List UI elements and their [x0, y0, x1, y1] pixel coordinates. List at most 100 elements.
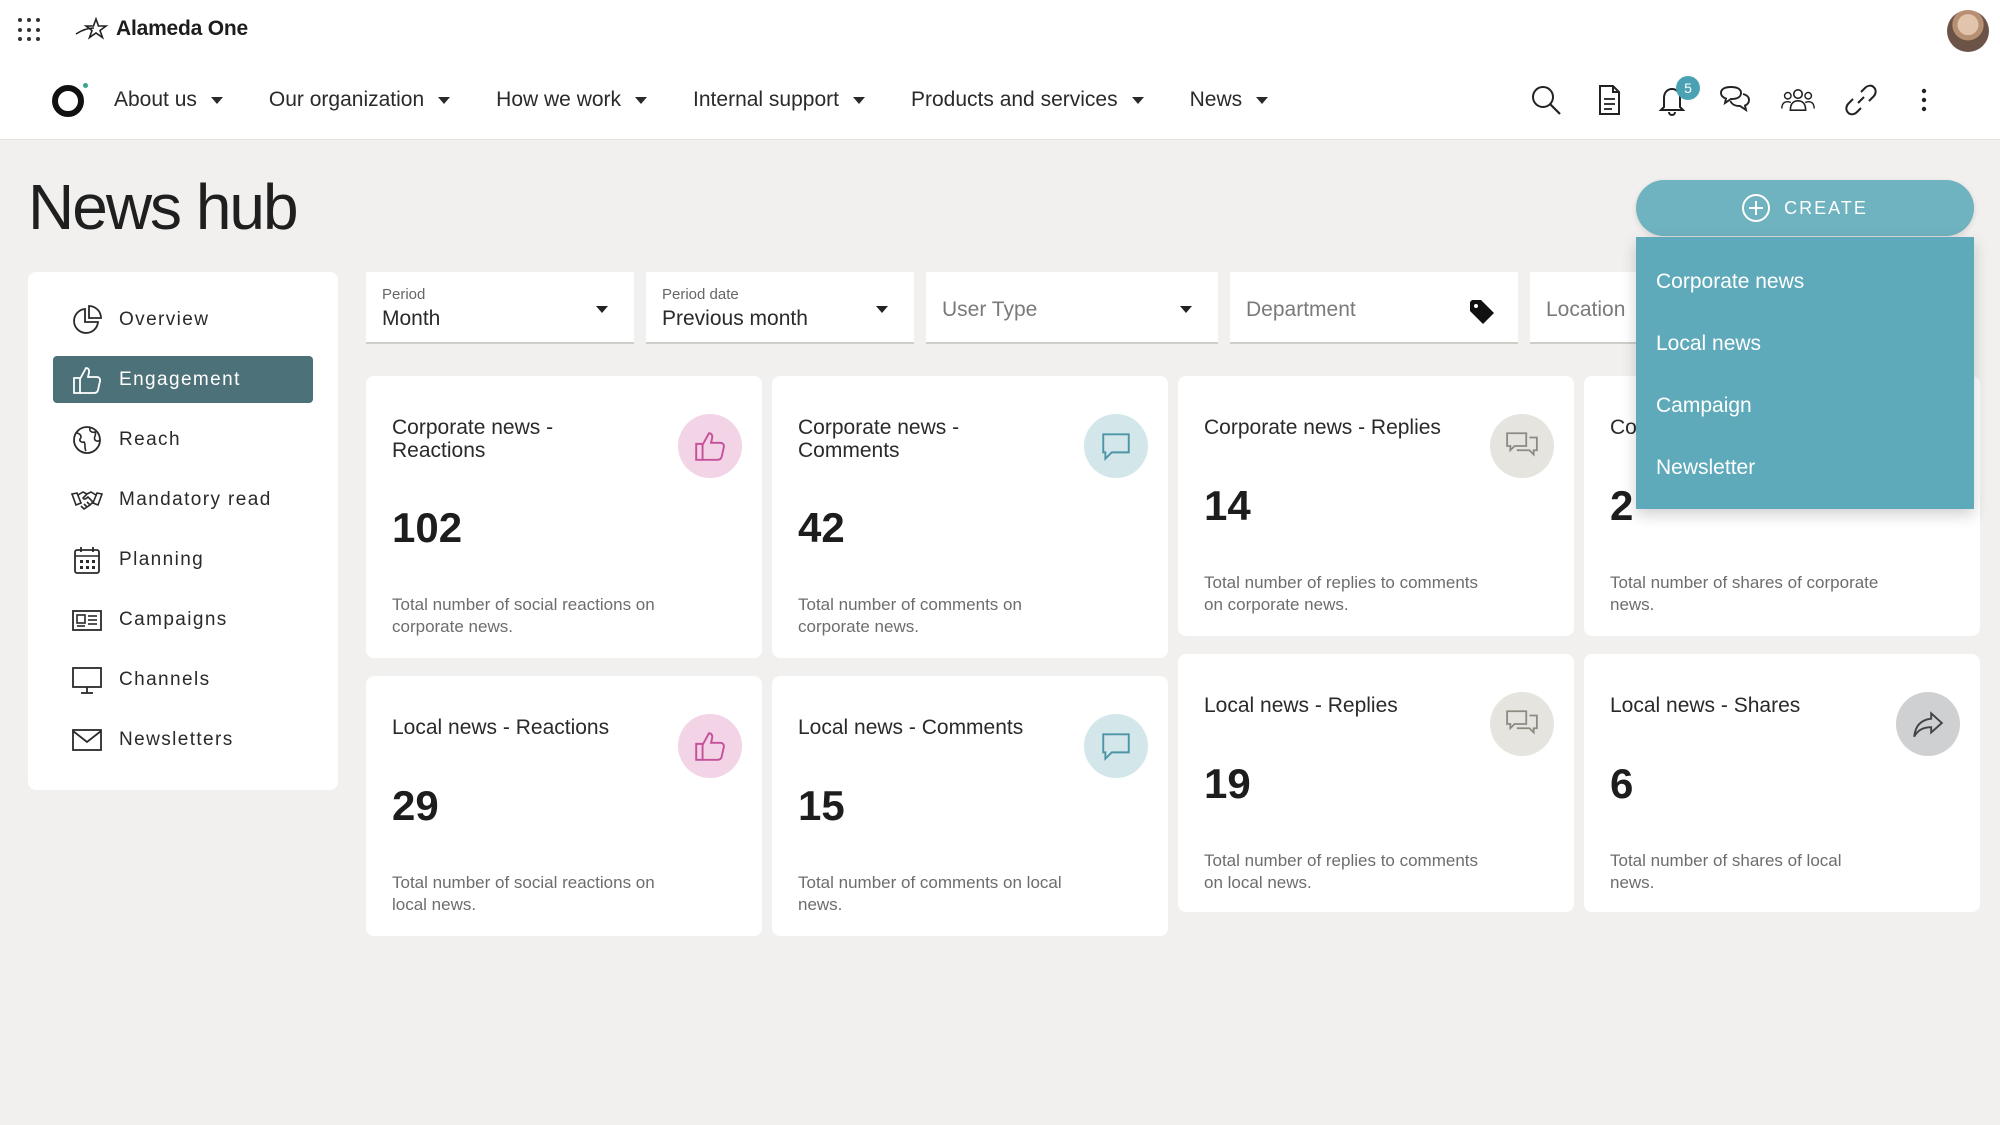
card-value: 102 [392, 504, 463, 551]
envelope-icon [69, 722, 105, 758]
sidebar: Overview Engagement Reach Mandatory read… [28, 272, 338, 790]
card-description: Total number of replies to comments on l… [1204, 851, 1479, 892]
main-navigation: About us Our organization How we work In… [0, 60, 2000, 140]
card-value: 6 [1610, 760, 1634, 807]
sidebar-item-overview[interactable]: Overview [53, 296, 313, 343]
share-icon [1896, 692, 1960, 756]
location-select[interactable]: Location [1530, 272, 1640, 344]
chevron-down-icon [1180, 306, 1192, 313]
metric-card-local-replies: Local news - Replies 19 Total number of … [1178, 654, 1574, 912]
sidebar-item-label: Planning [119, 548, 205, 570]
menu-item-corporate-news[interactable]: Corporate news [1636, 251, 1974, 313]
card-value: 29 [392, 782, 439, 829]
sidebar-item-mandatory-read[interactable]: Mandatory read [53, 476, 313, 523]
user-avatar[interactable] [1947, 10, 1989, 52]
plus-circle-icon [1742, 194, 1771, 222]
chevron-down-icon [438, 96, 451, 104]
nav-item-label: Internal support [693, 88, 839, 111]
card-description: Total number of social reactions on corp… [392, 595, 655, 636]
sidebar-item-newsletters[interactable]: Newsletters [53, 716, 313, 763]
create-button-label: CREATE [1784, 197, 1868, 218]
menu-item-newsletter[interactable]: Newsletter [1636, 437, 1974, 499]
sidebar-item-engagement[interactable]: Engagement [53, 356, 313, 403]
bell-icon[interactable]: 5 [1652, 76, 1700, 120]
sidebar-item-campaigns[interactable]: Campaigns [53, 596, 313, 643]
period-select[interactable]: Period Month [366, 272, 634, 344]
link-icon[interactable] [1841, 80, 1881, 120]
nav-item-news[interactable]: News [1190, 88, 1269, 112]
thumbs-up-icon [678, 414, 742, 478]
period-date-value: Previous month [662, 307, 808, 330]
card-description: Total number of shares of local news. [1610, 851, 1842, 892]
brand-bar: Alameda One [0, 0, 2000, 60]
card-description: Total number of social reactions on loca… [392, 873, 655, 914]
create-button[interactable]: CREATE [1636, 180, 1974, 236]
card-title: Corporate news - Comments [798, 416, 960, 462]
chevron-down-icon [876, 306, 888, 313]
tag-icon [1470, 300, 1494, 324]
nav-item-our-organization[interactable]: Our organization [268, 88, 451, 112]
brand-name: Alameda One [116, 17, 249, 40]
card-title: Corporate news - Reactions [392, 416, 554, 462]
user-type-placeholder: User Type [942, 298, 1038, 321]
nav-item-how-we-work[interactable]: How we work [496, 88, 648, 112]
monitor-icon [69, 662, 105, 698]
period-value: Month [382, 307, 441, 330]
metric-card-corporate-replies: Corporate news - Replies 14 Total number… [1178, 376, 1574, 636]
replies-icon [1490, 414, 1554, 478]
sidebar-item-channels[interactable]: Channels [53, 656, 313, 703]
nav-item-label: News [1189, 88, 1243, 111]
home-logo-icon[interactable] [52, 83, 88, 117]
period-date-select[interactable]: Period date Previous month [646, 272, 914, 344]
chevron-down-icon [635, 96, 648, 104]
document-icon[interactable] [1589, 80, 1629, 120]
brand-logo[interactable]: Alameda One [74, 16, 248, 42]
comment-icon [1084, 714, 1148, 778]
nav-item-label: Products and services [910, 88, 1118, 111]
card-description: Total number of comments on local news. [798, 873, 1062, 914]
period-date-label: Period date [662, 286, 739, 303]
chevron-down-icon [1131, 96, 1144, 104]
card-description: Total number of comments on corporate ne… [798, 595, 1022, 636]
chevron-down-icon [210, 96, 223, 104]
menu-item-local-news[interactable]: Local news [1636, 313, 1974, 375]
card-description: Total number of shares of corporate news… [1610, 573, 1879, 614]
chevron-down-icon [852, 96, 865, 104]
newspaper-icon [69, 602, 105, 638]
sidebar-item-label: Reach [119, 428, 181, 450]
department-placeholder: Department [1246, 298, 1356, 321]
nav-item-internal-support[interactable]: Internal support [693, 88, 865, 112]
sidebar-item-planning[interactable]: Planning [53, 536, 313, 583]
create-dropdown-menu: Corporate news Local news Campaign Newsl… [1636, 237, 1974, 509]
search-icon[interactable] [1526, 80, 1566, 120]
sidebar-item-label: Overview [119, 308, 210, 330]
card-title: Local news - Reactions [392, 716, 610, 739]
sidebar-item-label: Mandatory read [119, 488, 272, 510]
card-title: Local news - Comments [798, 716, 1024, 739]
nav-item-about-us[interactable]: About us [114, 88, 223, 112]
chevron-down-icon [596, 306, 608, 313]
more-vertical-icon[interactable] [1904, 80, 1944, 120]
nav-item-products-and-services[interactable]: Products and services [911, 88, 1144, 112]
sidebar-item-label: Campaigns [119, 608, 228, 630]
sidebar-item-reach[interactable]: Reach [53, 416, 313, 463]
people-icon[interactable] [1778, 80, 1818, 120]
menu-item-campaign[interactable]: Campaign [1636, 375, 1974, 437]
sidebar-item-label: Channels [119, 668, 211, 690]
user-type-select[interactable]: User Type [926, 272, 1218, 344]
chat-icon[interactable] [1715, 80, 1755, 120]
metric-card-local-reactions: Local news - Reactions 29 Total number o… [366, 676, 762, 936]
nav-item-label: How we work [496, 88, 622, 111]
card-title: Corporate news - Replies [1204, 416, 1441, 439]
metric-card-corporate-comments: Corporate news - Comments 42 Total numbe… [772, 376, 1168, 658]
page-title: News hub [28, 171, 299, 243]
comment-icon [1084, 414, 1148, 478]
card-value: 14 [1204, 482, 1251, 529]
app-launcher-icon[interactable] [18, 18, 42, 42]
department-select[interactable]: Department [1230, 272, 1518, 344]
notification-badge: 5 [1676, 76, 1700, 100]
metric-card-local-shares: Local news - Shares 6 Total number of sh… [1584, 654, 1980, 912]
nav-item-label: About us [114, 88, 197, 111]
thumbs-up-icon [69, 362, 105, 398]
nav-item-label: Our organization [268, 88, 425, 111]
